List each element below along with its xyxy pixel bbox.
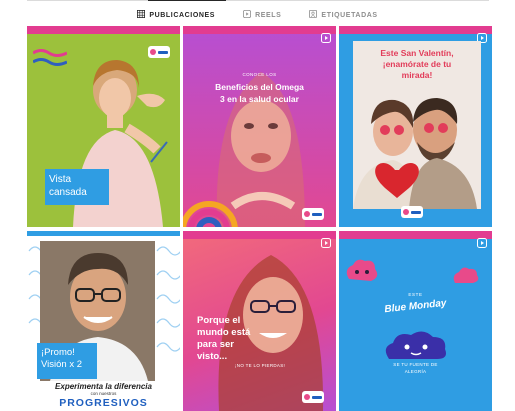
title-line: visto... bbox=[197, 351, 228, 362]
post-eyebrow: CONOCE LOS bbox=[242, 72, 277, 77]
post-headline: PROGRESIVOS bbox=[59, 397, 148, 409]
tab-etiquetadas[interactable]: ETIQUETADAS bbox=[309, 8, 377, 22]
reel-icon bbox=[321, 30, 331, 43]
subtitle-line: ALEGRÍA bbox=[404, 369, 427, 374]
posts-grid: Vista cansada CONOCE LOS Beneficios del … bbox=[27, 26, 492, 411]
post-top-band bbox=[183, 231, 336, 239]
post-promo-progresivos[interactable]: ¡Promo! Visión x 2 Experimenta la difere… bbox=[27, 231, 180, 411]
post-subtitle: SE TU FUENTE DE ALEGRÍA bbox=[367, 361, 464, 375]
brand-logo bbox=[401, 206, 423, 218]
profile-posts-section: PUBLICACIONES REELS ETIQUETADAS Vista ca… bbox=[0, 0, 515, 411]
grid-icon bbox=[137, 10, 146, 20]
profile-tabs: PUBLICACIONES REELS ETIQUETADAS bbox=[0, 8, 515, 22]
blue-cloud-mascot bbox=[385, 331, 446, 359]
title-line: Este San Valentín, bbox=[380, 48, 454, 58]
post-top-band bbox=[339, 26, 492, 34]
wave-decoration bbox=[33, 49, 67, 66]
post-top-band bbox=[183, 26, 336, 34]
post-omega-3[interactable]: CONOCE LOS Beneficios del Omega 3 en la … bbox=[183, 26, 336, 227]
tab-publicaciones[interactable]: PUBLICACIONES bbox=[137, 8, 215, 22]
label-line: Vista bbox=[49, 174, 72, 185]
brand-logo bbox=[302, 208, 324, 220]
tab-label: ETIQUETADAS bbox=[321, 11, 378, 19]
post-vista-cansada[interactable]: Vista cansada bbox=[27, 26, 180, 227]
tab-label: PUBLICACIONES bbox=[149, 11, 216, 19]
post-top-band bbox=[339, 231, 492, 239]
post-title: Beneficios del Omega 3 en la salud ocula… bbox=[193, 81, 326, 105]
post-san-valentin[interactable]: Este San Valentín, ¡enamórate de tu mira… bbox=[339, 26, 492, 227]
post-top-band bbox=[27, 26, 180, 34]
title-line: Porque el bbox=[197, 315, 241, 326]
brand-logo bbox=[302, 391, 324, 403]
active-tab-indicator bbox=[148, 0, 226, 1]
title-line: Beneficios del Omega bbox=[215, 82, 304, 92]
post-tagline: Experimenta la diferencia bbox=[55, 382, 152, 391]
title-line: mirada! bbox=[401, 70, 433, 80]
title-line: para ser bbox=[197, 339, 234, 350]
tabs-divider bbox=[27, 0, 489, 1]
post-title: Porque el mundo está para ser visto... bbox=[197, 315, 277, 363]
post-mundo-para-ser-visto[interactable]: Porque el mundo está para ser visto... ¡… bbox=[183, 231, 336, 411]
pink-cloud-decoration bbox=[346, 259, 378, 281]
post-label-box: ¡Promo! Visión x 2 bbox=[37, 343, 97, 379]
tab-label: REELS bbox=[255, 11, 282, 19]
title-line: mundo está bbox=[197, 327, 251, 338]
label-line: Visión x 2 bbox=[41, 359, 83, 370]
title-line: 3 en la salud ocular bbox=[220, 94, 299, 104]
reel-icon bbox=[321, 235, 331, 248]
subtitle-line: SE TU FUENTE DE bbox=[393, 362, 438, 367]
post-title: Este San Valentín, ¡enamórate de tu mira… bbox=[353, 48, 481, 81]
reel-icon bbox=[477, 235, 487, 248]
tagged-icon bbox=[309, 10, 318, 20]
post-title: Blue Monday bbox=[383, 297, 448, 316]
tab-reels[interactable]: REELS bbox=[243, 8, 281, 22]
reel-icon bbox=[477, 30, 487, 43]
post-tagline-small: con nuestros bbox=[90, 391, 117, 396]
post-caption: ¡NO TE LO PIERDAS! bbox=[235, 363, 286, 368]
couple-photo bbox=[353, 98, 477, 209]
rainbow-decoration bbox=[183, 201, 238, 227]
label-line: cansada bbox=[49, 187, 87, 198]
post-label-box: Vista cansada bbox=[45, 169, 109, 205]
title-line: ¡enamórate de tu bbox=[382, 59, 452, 69]
post-blue-monday[interactable]: ESTE Blue Monday SE TU FUENTE DE ALEGRÍA bbox=[339, 231, 492, 411]
label-line: ¡Promo! bbox=[41, 347, 75, 358]
small-pink-cloud-decoration bbox=[453, 267, 479, 283]
reels-icon bbox=[243, 10, 252, 20]
